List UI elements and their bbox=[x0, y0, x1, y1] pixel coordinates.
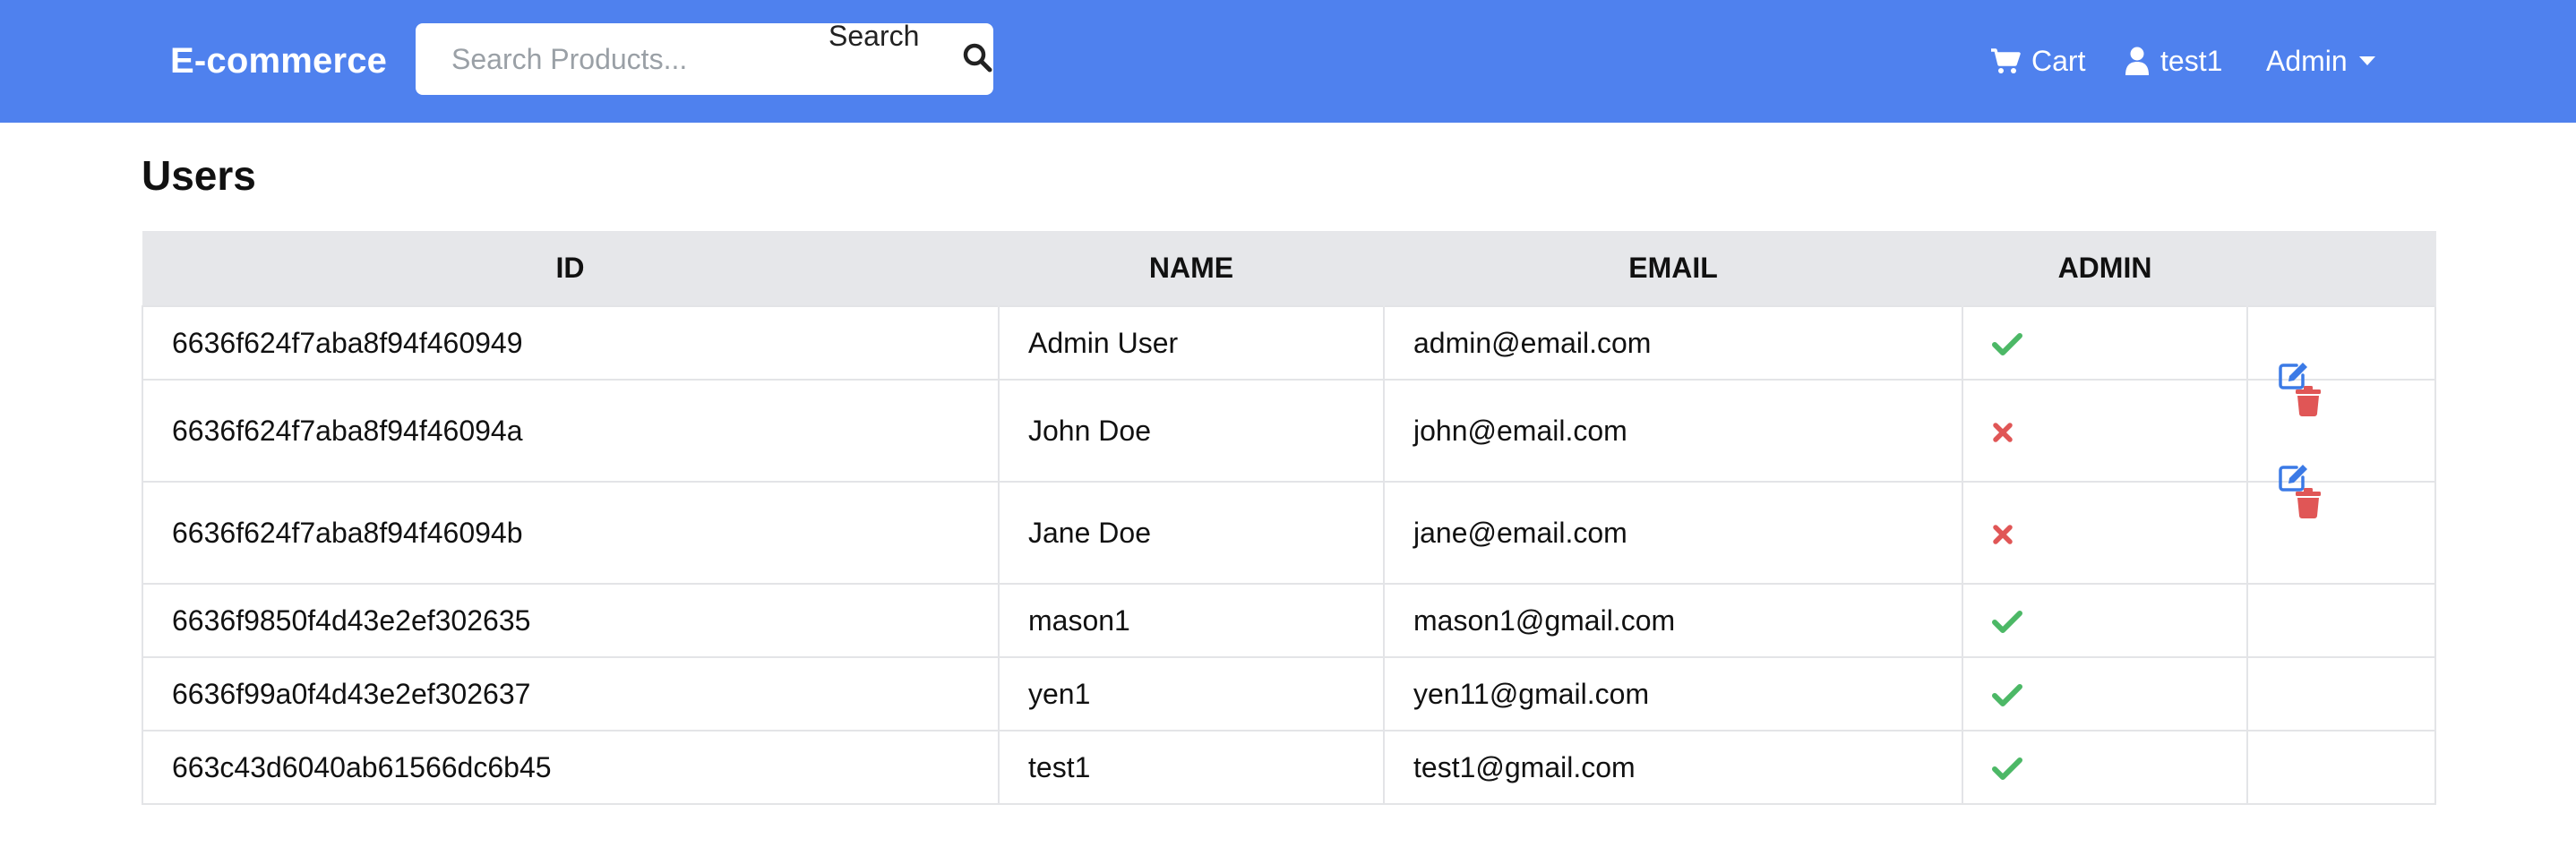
search-input[interactable] bbox=[416, 23, 819, 95]
header-name: NAME bbox=[999, 231, 1385, 306]
cell-email: jane@email.com bbox=[1383, 481, 1963, 585]
search-icon[interactable] bbox=[962, 42, 992, 73]
cell-admin bbox=[1962, 656, 2248, 732]
cell-id: 6636f99a0f4d43e2ef302637 bbox=[142, 656, 1000, 732]
navbar: E-commerce Search Cart test1 Admin bbox=[0, 0, 2576, 123]
cell-admin bbox=[1962, 379, 2248, 483]
cart-label: Cart bbox=[2031, 45, 2086, 77]
user-icon bbox=[2125, 47, 2149, 75]
admin-dropdown[interactable]: Admin bbox=[2266, 36, 2376, 86]
nav-cart-link[interactable]: Cart bbox=[1990, 36, 2085, 86]
trash-icon[interactable] bbox=[2295, 488, 2322, 518]
cell-id: 6636f624f7aba8f94f46094b bbox=[142, 481, 1000, 585]
table-row: 663c43d6040ab61566dc6b45 test1 test1@gma… bbox=[142, 730, 2436, 805]
table-header-row: ID NAME EMAIL ADMIN bbox=[142, 231, 2436, 306]
cell-id: 6636f624f7aba8f94f46094a bbox=[142, 379, 1000, 483]
table-row: 6636f99a0f4d43e2ef302637 yen1 yen11@gmai… bbox=[142, 656, 2436, 732]
header-id: ID bbox=[142, 231, 1000, 306]
row-actions bbox=[2277, 465, 2434, 583]
cell-name: Admin User bbox=[998, 305, 1385, 381]
cell-actions bbox=[2246, 465, 2436, 585]
cross-icon bbox=[1993, 525, 2013, 544]
cell-actions bbox=[2246, 305, 2436, 381]
check-icon bbox=[1992, 611, 2022, 634]
header-actions bbox=[2247, 231, 2436, 306]
cell-email: admin@email.com bbox=[1383, 305, 1963, 381]
admin-label: Admin bbox=[2266, 45, 2348, 77]
cell-actions bbox=[2246, 583, 2436, 658]
search-button[interactable]: Search bbox=[829, 0, 919, 72]
cell-id: 663c43d6040ab61566dc6b45 bbox=[142, 730, 1000, 805]
trash-icon[interactable] bbox=[2295, 386, 2322, 416]
brand-logo[interactable]: E-commerce bbox=[170, 36, 387, 86]
table-row: 6636f624f7aba8f94f46094b Jane Doe jane@e… bbox=[142, 465, 2436, 585]
table-row: 6636f9850f4d43e2ef302635 mason1 mason1@g… bbox=[142, 583, 2436, 658]
cell-actions bbox=[2246, 656, 2436, 732]
table-row: 6636f624f7aba8f94f46094a John Doe john@e… bbox=[142, 363, 2436, 483]
cell-actions bbox=[2246, 363, 2436, 483]
cart-icon bbox=[1991, 48, 2021, 73]
user-label: test1 bbox=[2160, 45, 2223, 77]
cell-name: mason1 bbox=[998, 583, 1385, 658]
check-icon bbox=[1992, 757, 2022, 781]
check-icon bbox=[1992, 684, 2022, 707]
cell-actions bbox=[2246, 730, 2436, 805]
cell-name: test1 bbox=[998, 730, 1385, 805]
cell-admin bbox=[1962, 730, 2248, 805]
cell-id: 6636f624f7aba8f94f460949 bbox=[142, 305, 1000, 381]
cross-icon bbox=[1993, 423, 2013, 442]
header-email: EMAIL bbox=[1384, 231, 1963, 306]
cell-email: yen11@gmail.com bbox=[1383, 656, 1963, 732]
users-table: ID NAME EMAIL ADMIN 6636f624f7aba8f94f46… bbox=[142, 231, 2436, 805]
cell-name: yen1 bbox=[998, 656, 1385, 732]
cell-email: mason1@gmail.com bbox=[1383, 583, 1963, 658]
cell-id: 6636f9850f4d43e2ef302635 bbox=[142, 583, 1000, 658]
cell-name: Jane Doe bbox=[998, 481, 1385, 585]
cell-name: John Doe bbox=[998, 379, 1385, 483]
cell-email: test1@gmail.com bbox=[1383, 730, 1963, 805]
cell-email: john@email.com bbox=[1383, 379, 1963, 483]
cell-admin bbox=[1962, 583, 2248, 658]
cell-admin bbox=[1962, 305, 2248, 381]
caret-down-icon bbox=[2358, 56, 2375, 65]
nav-user-link[interactable]: test1 bbox=[2125, 36, 2222, 86]
table-row: 6636f624f7aba8f94f460949 Admin User admi… bbox=[142, 305, 2436, 381]
cell-admin bbox=[1962, 481, 2248, 585]
page-title: Users bbox=[142, 152, 256, 199]
check-icon bbox=[1992, 333, 2022, 356]
header-admin: ADMIN bbox=[1962, 231, 2248, 306]
